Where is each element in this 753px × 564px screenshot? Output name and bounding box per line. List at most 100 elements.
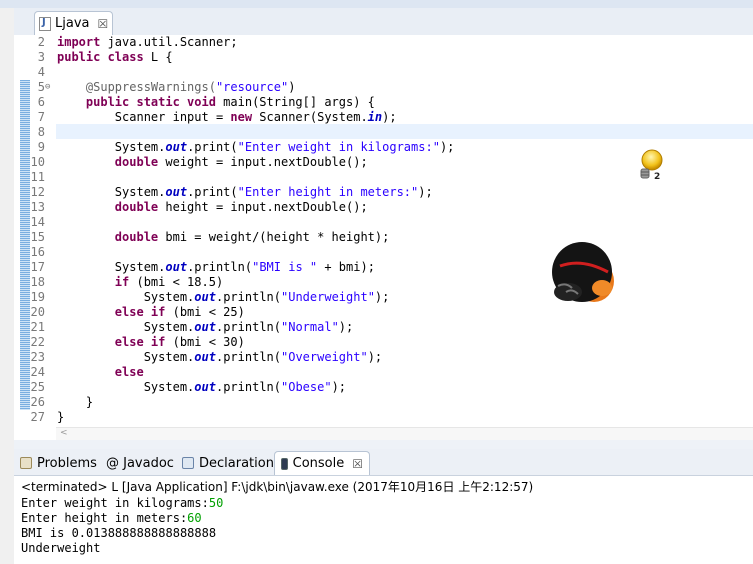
code-line[interactable]: 8 bbox=[14, 125, 753, 140]
code-token: .print( bbox=[187, 185, 238, 199]
line-number: 15 bbox=[30, 230, 45, 244]
code-line[interactable]: 23 System.out.println("Overweight"); bbox=[14, 350, 753, 365]
line-number: 18 bbox=[30, 275, 45, 289]
code-line[interactable]: 26 } bbox=[14, 395, 753, 410]
console-text: Enter weight in kilograms: bbox=[21, 496, 209, 510]
code-line[interactable]: 21 System.out.println("Normal"); bbox=[14, 320, 753, 335]
code-editor[interactable]: 2 import java.util.Scanner; 3 public class … bbox=[14, 35, 753, 440]
code-line[interactable]: 14 bbox=[14, 215, 753, 230]
code-token: double bbox=[114, 230, 159, 244]
code-token: "Underweight" bbox=[281, 290, 375, 304]
window-top-strip bbox=[0, 0, 753, 8]
code-line[interactable]: 12 System.out.print("Enter height in met… bbox=[14, 185, 753, 200]
code-token: .println( bbox=[187, 260, 253, 274]
code-line[interactable]: 22 else if (bmi < 30) bbox=[14, 335, 753, 350]
tab-declaration[interactable]: Declaration bbox=[182, 451, 274, 475]
close-icon[interactable]: ☒ bbox=[352, 457, 363, 471]
code-text: double height = input.nextDouble(); bbox=[57, 200, 368, 215]
code-token: out bbox=[194, 320, 216, 334]
code-line[interactable]: 19 System.out.println("Underweight"); bbox=[14, 290, 753, 305]
code-line[interactable]: 20 else if (bmi < 25) bbox=[14, 305, 753, 320]
line-number: 7 bbox=[37, 110, 45, 124]
code-line[interactable]: 7 Scanner input = new Scanner(System.in)… bbox=[14, 110, 753, 125]
scroll-left-arrow[interactable]: < bbox=[60, 428, 68, 438]
line-number: 10 bbox=[30, 155, 45, 169]
bottom-view-tab-bar: Problems @ Javadoc Declaration Console ☒ bbox=[14, 449, 753, 476]
console-text: BMI is 0.013888888888888888 bbox=[21, 526, 217, 540]
line-number: 26 bbox=[30, 395, 45, 409]
code-text: Scanner input = new Scanner(System.in); bbox=[57, 110, 397, 125]
code-line[interactable]: 17 System.out.println("BMI is " + bmi); bbox=[14, 260, 753, 275]
code-token: ); bbox=[374, 290, 390, 304]
code-text: System.out.println("Normal"); bbox=[57, 320, 354, 335]
line-number: 11 bbox=[30, 170, 45, 184]
code-token: java.util.Scanner; bbox=[100, 35, 238, 49]
code-token: in bbox=[367, 110, 383, 124]
left-trim bbox=[0, 8, 14, 564]
tab-javadoc[interactable]: @ Javadoc bbox=[106, 451, 174, 475]
code-token: out bbox=[194, 380, 216, 394]
console-output[interactable]: <terminated> L [Java Application] F:\jdk… bbox=[14, 476, 753, 564]
code-token: .println( bbox=[215, 290, 281, 304]
tab-declaration-label: Declaration bbox=[199, 455, 274, 471]
line-number: 6 bbox=[37, 95, 45, 109]
code-token: } bbox=[57, 395, 94, 409]
tab-problems[interactable]: Problems bbox=[20, 451, 97, 475]
code-token: "Normal" bbox=[281, 320, 339, 334]
code-line[interactable]: 4 bbox=[14, 65, 753, 80]
console-line: Enter height in meters:60 bbox=[21, 511, 202, 525]
line-number: 17 bbox=[30, 260, 45, 274]
code-line[interactable]: 5 ⊖ @SuppressWarnings("resource") bbox=[14, 80, 753, 95]
code-token: "Enter height in meters:" bbox=[237, 185, 419, 199]
line-number: 4 bbox=[37, 65, 45, 79]
code-line[interactable]: 15 double bmi = weight/(height * height)… bbox=[14, 230, 753, 245]
editor-tab-ljava[interactable]: Ljava ☒ bbox=[34, 11, 113, 35]
console-text: Enter height in meters: bbox=[21, 511, 188, 525]
tab-javadoc-label: @ Javadoc bbox=[106, 455, 174, 471]
view-separator[interactable] bbox=[14, 440, 753, 449]
tab-console[interactable]: Console ☒ bbox=[274, 451, 370, 475]
code-text: if (bmi < 18.5) bbox=[57, 275, 223, 290]
code-token: @SuppressWarnings( bbox=[57, 80, 216, 94]
code-line[interactable]: 24 else bbox=[14, 365, 753, 380]
code-line[interactable]: 18 if (bmi < 18.5) bbox=[14, 275, 753, 290]
code-token: .println( bbox=[215, 350, 281, 364]
code-line[interactable]: 25 System.out.println("Obese"); bbox=[14, 380, 753, 395]
code-token: out bbox=[194, 290, 216, 304]
code-text: else if (bmi < 25) bbox=[57, 305, 245, 320]
close-icon[interactable]: ☒ bbox=[97, 17, 108, 31]
code-line[interactable]: 13 double height = input.nextDouble(); bbox=[14, 200, 753, 215]
lightbulb-badge: 2 bbox=[654, 172, 660, 182]
line-number: 24 bbox=[30, 365, 45, 379]
code-token: "Obese" bbox=[281, 380, 332, 394]
line-number: 20 bbox=[30, 305, 45, 319]
line-number: 5 bbox=[37, 80, 45, 94]
code-token: System. bbox=[57, 140, 166, 154]
code-token: System. bbox=[57, 290, 195, 304]
java-file-icon bbox=[39, 16, 51, 31]
console-line: BMI is 0.013888888888888888 bbox=[21, 526, 216, 540]
code-token: System. bbox=[57, 320, 195, 334]
code-token: + bmi); bbox=[317, 260, 375, 274]
code-line[interactable]: 2 import java.util.Scanner; bbox=[14, 35, 753, 50]
code-token: double bbox=[114, 155, 159, 169]
code-line[interactable]: 27} bbox=[14, 410, 753, 425]
code-token: if bbox=[114, 275, 130, 289]
code-token: else bbox=[114, 365, 144, 379]
lightbulb-icon[interactable]: 2 bbox=[637, 148, 665, 182]
code-token: out bbox=[165, 185, 188, 199]
line-number: 21 bbox=[30, 320, 45, 334]
code-text: public class L { bbox=[57, 50, 173, 65]
line-number: 14 bbox=[30, 215, 45, 229]
code-line[interactable]: 16 bbox=[14, 245, 753, 260]
code-line[interactable]: 6 public static void main(String[] args)… bbox=[14, 95, 753, 110]
horizontal-scrollbar[interactable]: < bbox=[56, 427, 753, 440]
code-line[interactable]: 3 public class L { bbox=[14, 50, 753, 65]
line-number: 9 bbox=[37, 140, 45, 154]
code-token: "resource" bbox=[215, 80, 289, 94]
fold-toggle-icon[interactable]: ⊖ bbox=[45, 80, 50, 95]
line-number: 22 bbox=[30, 335, 45, 349]
